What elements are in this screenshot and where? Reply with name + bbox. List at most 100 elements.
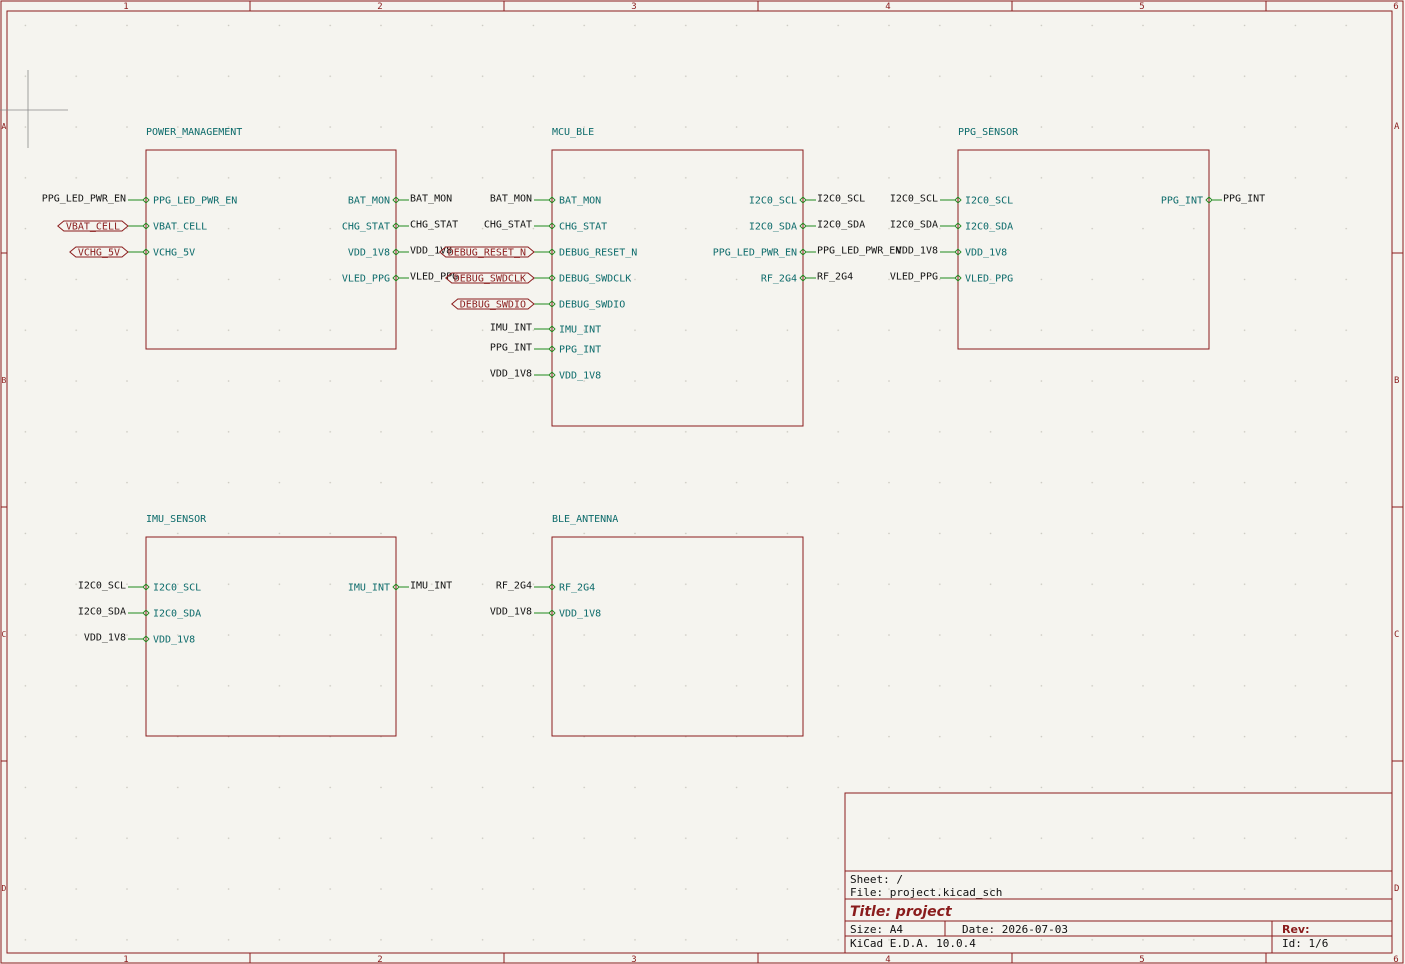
- net-label[interactable]: PPG_INT: [1223, 194, 1265, 205]
- net-label[interactable]: VLED_PPG: [890, 272, 938, 283]
- frame-row-mark: B: [2, 376, 7, 385]
- frame-column-mark: 4: [885, 955, 890, 964]
- net-label[interactable]: BAT_MON: [410, 194, 452, 205]
- sheet-pin[interactable]: DEBUG_SWDIO: [548, 300, 625, 311]
- title-block-date: Date: 2026-07-03: [962, 923, 1068, 936]
- hierarchical-label[interactable]: DEBUG_RESET_N: [438, 246, 535, 259]
- sheet-pin[interactable]: DEBUG_RESET_N: [548, 248, 637, 259]
- net-label[interactable]: CHG_STAT: [410, 220, 458, 231]
- pin-label: DEBUG_SWDIO: [559, 300, 625, 311]
- pin-label: I2C0_SCL: [965, 196, 1013, 207]
- frame-column-mark: 5: [1139, 2, 1144, 12]
- pin-label: IMU_INT: [348, 583, 390, 594]
- pin-label: PPG_LED_PWR_EN: [153, 196, 237, 207]
- pin-label: DEBUG_RESET_N: [559, 248, 637, 259]
- title-block-title: Title: project: [850, 904, 953, 920]
- net-label[interactable]: I2C0_SDA: [817, 220, 865, 231]
- sheet-name: POWER_MANAGEMENT: [146, 127, 242, 138]
- pin-label: VLED_PPG: [965, 274, 1013, 285]
- sheet-pin[interactable]: PPG_LED_PWR_EN: [713, 248, 807, 259]
- net-label[interactable]: BAT_MON: [490, 194, 532, 205]
- pin-label: VBAT_CELL: [153, 222, 207, 233]
- frame-row-mark: D: [2, 884, 7, 893]
- net-label[interactable]: I2C0_SCL: [890, 194, 938, 205]
- hierarchical-label[interactable]: DEBUG_SWDIO: [450, 298, 535, 311]
- net-label[interactable]: RF_2G4: [496, 581, 532, 592]
- hierarchical-label-text: DEBUG_RESET_N: [448, 248, 526, 259]
- net-label[interactable]: RF_2G4: [817, 272, 853, 283]
- grid-background: [7, 11, 1392, 953]
- frame-column-mark: 5: [1139, 955, 1144, 964]
- frame-row-mark: C: [2, 630, 7, 639]
- frame-column-mark: 4: [885, 2, 890, 12]
- frame-row-mark: A: [1394, 122, 1400, 132]
- net-label[interactable]: CHG_STAT: [484, 220, 532, 231]
- net-label[interactable]: VDD_1V8: [490, 607, 532, 618]
- net-label[interactable]: IMU_INT: [490, 323, 532, 334]
- net-label[interactable]: I2C0_SCL: [817, 194, 865, 205]
- pin-label: VDD_1V8: [965, 248, 1007, 259]
- frame-column-mark: 1: [123, 2, 128, 12]
- pin-label: DEBUG_SWDCLK: [559, 274, 631, 285]
- pin-label: I2C0_SCL: [749, 196, 797, 207]
- sheet-pin[interactable]: DEBUG_SWDCLK: [548, 274, 631, 285]
- hierarchical-label-text: VCHG_5V: [78, 248, 120, 259]
- hierarchical-label[interactable]: VBAT_CELL: [57, 220, 129, 233]
- pin-label: RF_2G4: [761, 274, 797, 285]
- pin-label: VDD_1V8: [559, 371, 601, 382]
- net-label[interactable]: VDD_1V8: [490, 369, 532, 380]
- pin-label: RF_2G4: [559, 583, 595, 594]
- pin-label: VDD_1V8: [559, 609, 601, 620]
- hierarchical-label[interactable]: VCHG_5V: [69, 246, 129, 259]
- net-label[interactable]: I2C0_SDA: [78, 607, 126, 618]
- frame-column-mark: 6: [1393, 955, 1398, 964]
- frame-row-mark: D: [1394, 884, 1399, 894]
- sheet-name: BLE_ANTENNA: [552, 514, 618, 525]
- pin-label: BAT_MON: [559, 196, 601, 207]
- sheet-name: PPG_SENSOR: [958, 127, 1019, 138]
- title-block-size: Size: A4: [850, 923, 903, 936]
- hierarchical-label-text: DEBUG_SWDCLK: [454, 274, 526, 285]
- pin-label: BAT_MON: [348, 196, 390, 207]
- net-label[interactable]: I2C0_SCL: [78, 581, 126, 592]
- title-block-sheet: Sheet: /: [850, 873, 903, 886]
- pin-label: PPG_LED_PWR_EN: [713, 248, 797, 259]
- pin-label: I2C0_SDA: [153, 609, 201, 620]
- pin-label: I2C0_SCL: [153, 583, 201, 594]
- frame-column-mark: 3: [631, 955, 636, 964]
- pin-label: CHG_STAT: [342, 222, 390, 233]
- frame-column-mark: 2: [377, 2, 382, 12]
- title-block-id: Id: 1/6: [1282, 937, 1328, 950]
- pin-label: VLED_PPG: [342, 274, 390, 285]
- pin-label: I2C0_SDA: [965, 222, 1013, 233]
- pin-label: VDD_1V8: [348, 248, 390, 259]
- sheet-pin[interactable]: VBAT_CELL: [142, 222, 207, 233]
- frame-column-mark: 3: [631, 2, 636, 12]
- pin-label: PPG_INT: [559, 345, 601, 356]
- pin-label: PPG_INT: [1161, 196, 1203, 207]
- net-label[interactable]: PPG_INT: [490, 343, 532, 354]
- frame-column-mark: 6: [1393, 2, 1398, 12]
- net-label[interactable]: PPG_LED_PWR_EN: [817, 246, 901, 257]
- title-block-file: File: project.kicad_sch: [850, 886, 1002, 899]
- net-label[interactable]: PPG_LED_PWR_EN: [42, 194, 126, 205]
- frame-row-mark: A: [2, 122, 7, 131]
- frame-row-mark: B: [1394, 376, 1399, 386]
- net-label[interactable]: I2C0_SDA: [890, 220, 938, 231]
- sheet-name: IMU_SENSOR: [146, 514, 207, 525]
- pin-label: CHG_STAT: [559, 222, 607, 233]
- sheet-pin[interactable]: PPG_LED_PWR_EN: [142, 196, 237, 207]
- hierarchical-label[interactable]: DEBUG_SWDCLK: [444, 272, 535, 285]
- pin-label: VDD_1V8: [153, 635, 195, 646]
- schematic-canvas[interactable]: 1 1 2 2 3 3 4 4 5 5 6 6 A A B B C C D D POWER_MANAGEMENT PPG…: [0, 0, 1405, 964]
- title-block-tool: KiCad E.D.A. 10.0.4: [850, 937, 976, 950]
- net-label[interactable]: IMU_INT: [410, 581, 452, 592]
- frame-column-mark: 1: [123, 955, 128, 964]
- net-label[interactable]: VDD_1V8: [84, 633, 126, 644]
- hierarchical-label-text: DEBUG_SWDIO: [460, 300, 526, 311]
- frame-row-mark: C: [1394, 630, 1399, 640]
- sheet-name: MCU_BLE: [552, 127, 594, 138]
- pin-label: IMU_INT: [559, 325, 601, 336]
- net-label[interactable]: VDD_1V8: [896, 246, 938, 257]
- hierarchical-label-text: VBAT_CELL: [66, 222, 120, 233]
